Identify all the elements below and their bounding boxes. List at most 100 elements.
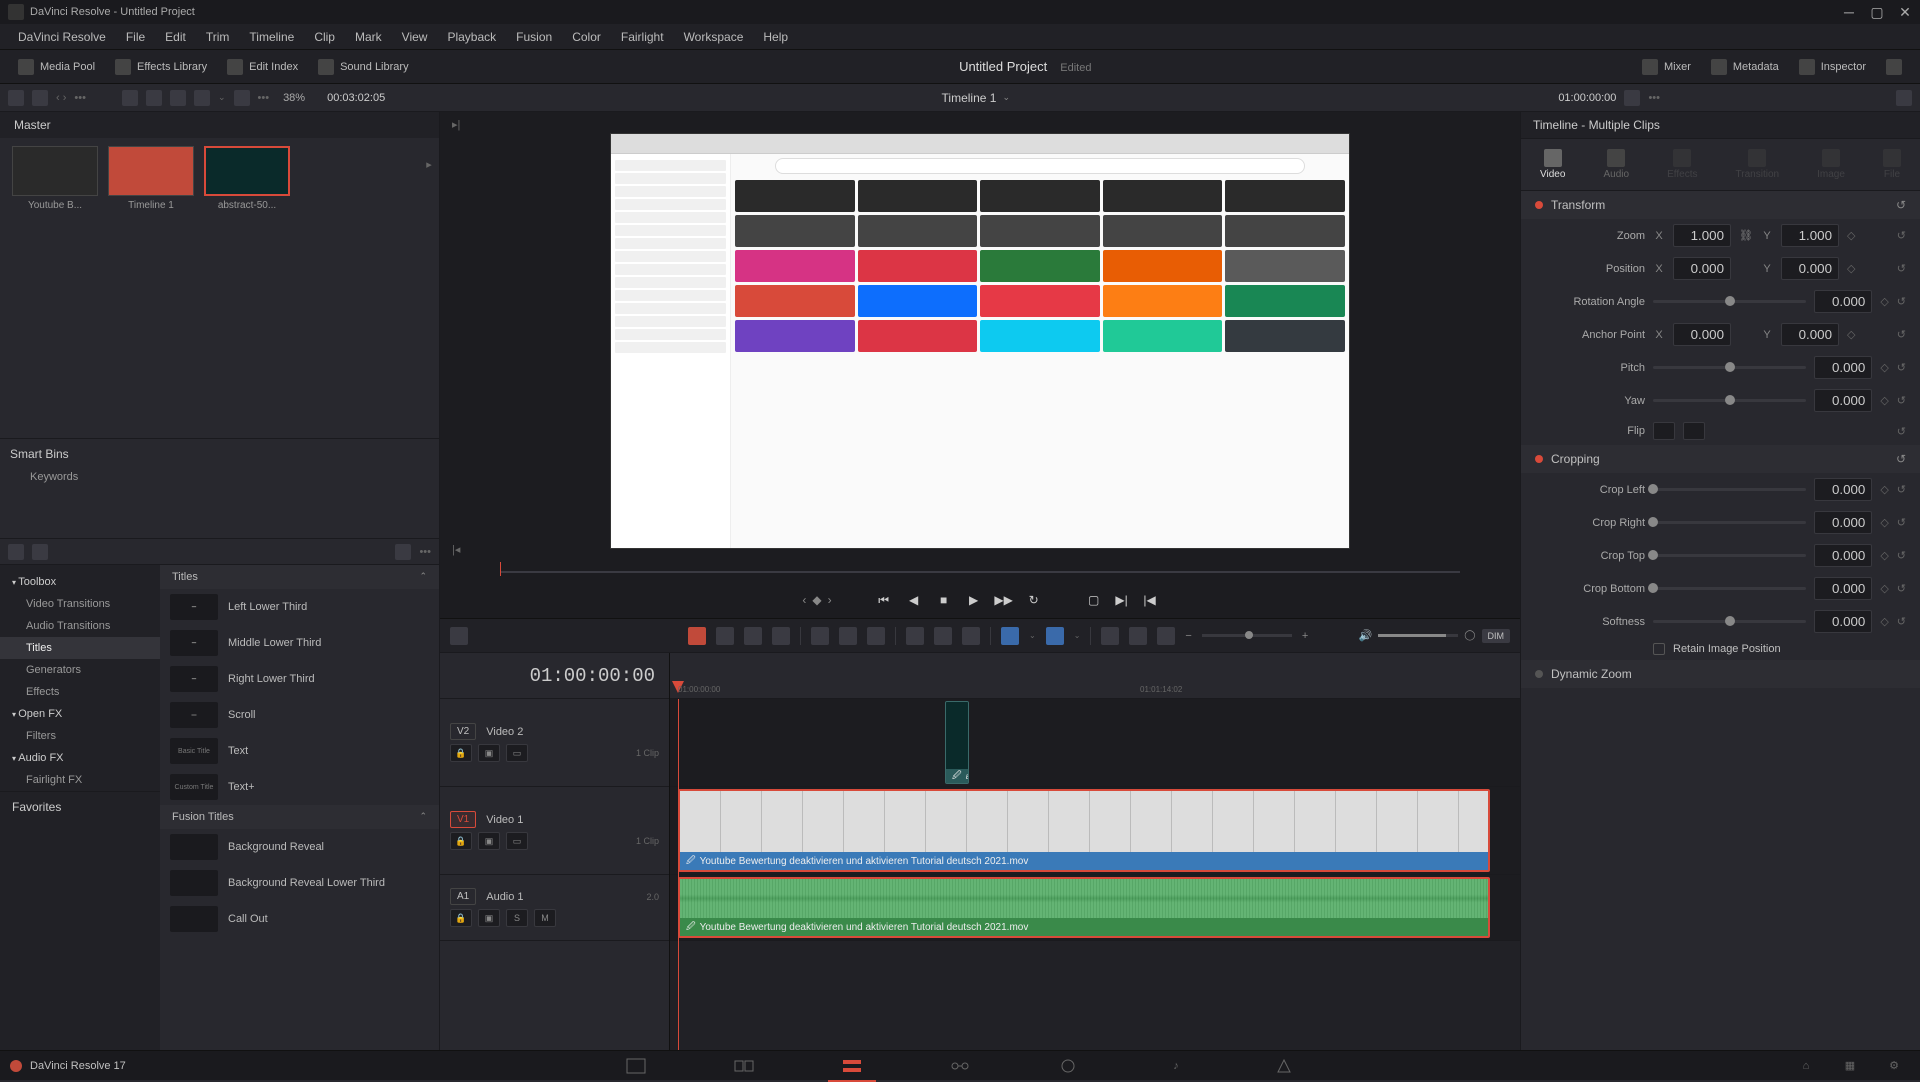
home-icon[interactable]: ⌂ — [1792, 1056, 1820, 1076]
next-edit-icon[interactable]: › — [828, 593, 832, 607]
clip-v2[interactable]: ab... — [945, 701, 969, 784]
reset-icon[interactable]: ↺ — [1896, 452, 1906, 466]
fx-group-fairlightfx[interactable]: Fairlight FX — [0, 769, 160, 791]
timeline-name[interactable]: Timeline 1 — [942, 91, 997, 105]
reset-icon[interactable]: ↺ — [1896, 198, 1906, 212]
zoom-x-input[interactable] — [1673, 224, 1731, 247]
anchor-y-input[interactable] — [1781, 323, 1839, 346]
track-lock-a1[interactable]: 🔒 — [450, 909, 472, 927]
flag-icon[interactable] — [1001, 627, 1019, 645]
softness-slider[interactable] — [1653, 620, 1806, 623]
keyframe-icon[interactable]: ◇ — [1880, 615, 1888, 628]
menu-help[interactable]: Help — [753, 30, 798, 44]
keyframe-icon[interactable]: ◇ — [1880, 394, 1888, 407]
track-enable-a1[interactable]: ▣ — [478, 909, 500, 927]
fx-group-openfx[interactable]: Open FX — [0, 703, 160, 725]
track-lane-v2[interactable]: ab... — [670, 699, 1520, 787]
fx-group-toolbox[interactable]: Toolbox — [0, 571, 160, 593]
crop-bottom-input[interactable] — [1814, 577, 1872, 600]
viewer-options-icon[interactable] — [1624, 90, 1640, 106]
keyframe-icon[interactable]: ◇ — [1880, 516, 1888, 529]
search-icon[interactable] — [194, 90, 210, 106]
track-auto-v2[interactable]: ▭ — [506, 744, 528, 762]
blade-tool-icon[interactable] — [772, 627, 790, 645]
menu-color[interactable]: Color — [562, 30, 611, 44]
reset-icon[interactable]: ↺ — [1897, 394, 1906, 407]
menu-fusion[interactable]: Fusion — [506, 30, 562, 44]
menu-file[interactable]: File — [116, 30, 155, 44]
maximize-button[interactable]: ▢ — [1870, 5, 1884, 19]
inspector-tab-audio[interactable]: Audio — [1595, 145, 1637, 184]
inspector-tab-effects[interactable]: Effects — [1659, 145, 1705, 184]
match-frame-button[interactable]: ▢ — [1086, 592, 1102, 608]
playhead-line[interactable] — [678, 699, 679, 1050]
match-frame-icon[interactable]: ▸| — [452, 118, 460, 131]
fx-item[interactable]: Call Out — [160, 901, 439, 937]
project-manager-icon[interactable]: ▦ — [1836, 1056, 1864, 1076]
clip-thumb[interactable]: Timeline 1 — [106, 146, 196, 211]
fx-group-effects[interactable]: Effects — [0, 681, 160, 703]
track-enable-v1[interactable]: ▣ — [478, 832, 500, 850]
crop-top-slider[interactable] — [1653, 554, 1806, 557]
pitch-input[interactable] — [1814, 356, 1872, 379]
track-index-v2[interactable]: V2 — [450, 723, 476, 740]
viewer-scrubber[interactable] — [500, 562, 1460, 582]
marker-icon[interactable] — [1046, 627, 1064, 645]
position-x-input[interactable] — [1673, 257, 1731, 280]
keyframe-icon[interactable]: ◇ — [1847, 262, 1855, 275]
strip-view-icon[interactable] — [170, 90, 186, 106]
fx-section-fusion-titles[interactable]: Fusion Titles⌃ — [160, 805, 439, 829]
fx-search-icon[interactable] — [395, 544, 411, 560]
menu-fairlight[interactable]: Fairlight — [611, 30, 674, 44]
keyframe-icon[interactable]: ◇ — [1880, 549, 1888, 562]
bin-dropdown-icon[interactable] — [32, 90, 48, 106]
inspector-tab-video[interactable]: Video — [1532, 145, 1573, 184]
next-frame-button[interactable]: ▶▶ — [996, 592, 1012, 608]
track-lane-v1[interactable]: Youtube Bewertung deaktivieren und aktiv… — [670, 787, 1520, 875]
keyframe-icon[interactable]: ◇ — [1880, 483, 1888, 496]
fairlight-page-tab[interactable]: ♪ — [1162, 1056, 1190, 1076]
keyframe-icon[interactable]: ◇ — [1880, 582, 1888, 595]
clip-thumb[interactable]: Youtube B... — [10, 146, 100, 211]
pitch-slider[interactable] — [1653, 366, 1806, 369]
dynamic-zoom-section-header[interactable]: Dynamic Zoom — [1521, 660, 1920, 688]
play-button[interactable]: ▶ — [966, 592, 982, 608]
crop-right-slider[interactable] — [1653, 521, 1806, 524]
inspector-tab-file[interactable]: File — [1875, 145, 1909, 184]
reset-icon[interactable]: ↺ — [1897, 615, 1906, 628]
fx-group-audio-transitions[interactable]: Audio Transitions — [0, 615, 160, 637]
prev-edit-icon[interactable]: ‹ — [802, 593, 806, 607]
reset-icon[interactable]: ↺ — [1897, 582, 1906, 595]
track-lane-a1[interactable]: Youtube Bewertung deaktivieren und aktiv… — [670, 875, 1520, 941]
reset-icon[interactable]: ↺ — [1897, 516, 1906, 529]
fx-item[interactable]: Background Reveal Lower Third — [160, 865, 439, 901]
fx-item[interactable]: ━Middle Lower Third — [160, 625, 439, 661]
crop-left-input[interactable] — [1814, 478, 1872, 501]
keyframe-icon[interactable]: ◇ — [1880, 295, 1888, 308]
track-index-a1[interactable]: A1 — [450, 888, 476, 905]
track-name-a1[interactable]: Audio 1 — [486, 891, 523, 903]
timeline-ruler[interactable]: 01:00:00:00 01:01:14:02 01:02:28:00 — [670, 653, 1520, 699]
reset-icon[interactable]: ↺ — [1897, 262, 1906, 275]
last-frame-button[interactable]: ▶| — [1114, 592, 1130, 608]
fx-item[interactable]: ━Right Lower Third — [160, 661, 439, 697]
reset-icon[interactable]: ↺ — [1897, 295, 1906, 308]
track-solo-a1[interactable]: S — [506, 909, 528, 927]
sort-icon[interactable] — [234, 90, 250, 106]
color-page-tab[interactable] — [1054, 1056, 1082, 1076]
thumbnails-view-icon[interactable] — [122, 90, 138, 106]
zoom-to-fit-icon[interactable] — [1101, 627, 1119, 645]
reset-icon[interactable]: ↺ — [1897, 328, 1906, 341]
keyframe-icon[interactable]: ◇ — [1880, 361, 1888, 374]
fusion-page-tab[interactable] — [946, 1056, 974, 1076]
track-name-v1[interactable]: Video 1 — [486, 814, 523, 826]
fx-item[interactable]: Custom TitleText+ — [160, 769, 439, 805]
timeline-tracks[interactable]: 01:00:00:00 01:01:14:02 01:02:28:00 ab..… — [670, 653, 1520, 1050]
menu-davinci[interactable]: DaVinci Resolve — [8, 30, 116, 44]
insert-clip-icon[interactable] — [811, 627, 829, 645]
goto-in-button[interactable]: |◀ — [1142, 592, 1158, 608]
track-lock-v1[interactable]: 🔒 — [450, 832, 472, 850]
track-lock-v2[interactable]: 🔒 — [450, 744, 472, 762]
reset-icon[interactable]: ↺ — [1897, 361, 1906, 374]
fx-group-generators[interactable]: Generators — [0, 659, 160, 681]
